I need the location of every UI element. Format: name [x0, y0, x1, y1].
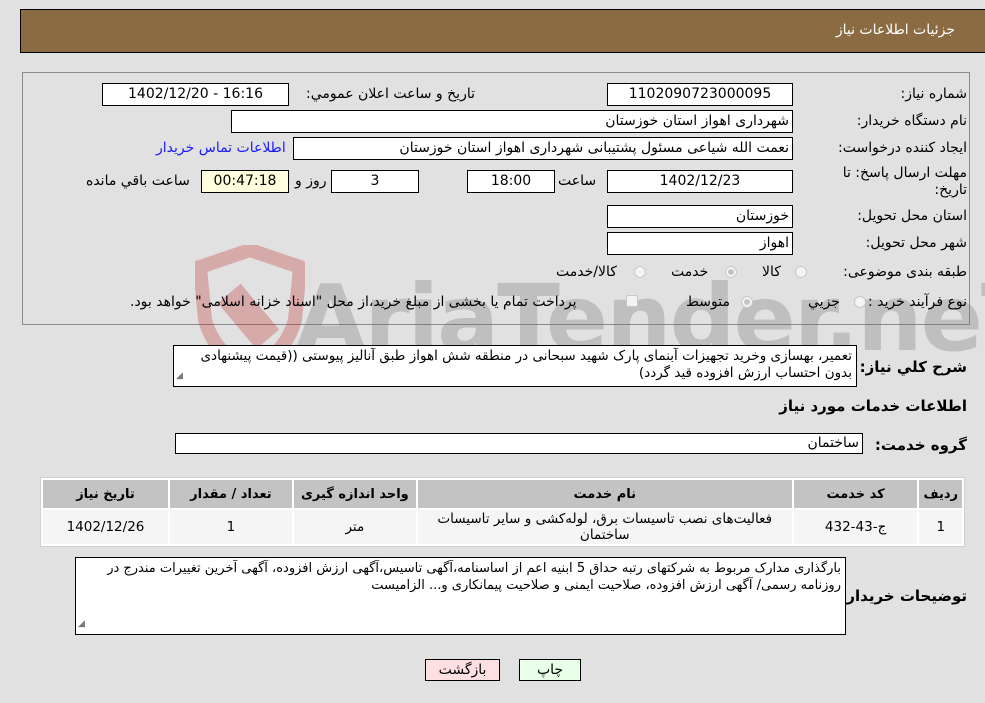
deadline-time-label: ساعت: [558, 173, 597, 189]
col-header-service-name: نام خدمت: [417, 480, 792, 508]
buyer-org-field[interactable]: شهرداری اهواز استان خوزستان: [231, 110, 793, 133]
treasury-checkbox[interactable]: [626, 295, 638, 307]
page-title: جزئيات اطلاعات نياز: [835, 22, 955, 38]
category-option-goods: کالا: [762, 264, 781, 280]
announce-datetime-label: تاريخ و ساعت اعلان عمومي:: [306, 86, 475, 102]
process-radio-medium[interactable]: [741, 296, 753, 308]
category-label: طبقه بندی موضوعی:: [843, 264, 967, 280]
category-radio-service[interactable]: [725, 266, 737, 278]
requester-field[interactable]: نعمت الله شیاعی مسئول پشتیبانی شهرداری ا…: [293, 137, 793, 160]
deadline-label: مهلت ارسال پاسخ: تا: [842, 165, 967, 181]
services-table: رديف كد خدمت نام خدمت واحد اندازه گيری ت…: [40, 477, 965, 547]
cell-need-date: 1402/12/26: [43, 510, 168, 544]
buyer-contact-link[interactable]: اطلاعات تماس خريدار: [156, 140, 286, 156]
category-radio-goods[interactable]: [795, 266, 807, 278]
category-radio-goods-service[interactable]: [634, 266, 646, 278]
services-section-title: اطلاعات خدمات مورد نياز: [779, 397, 967, 415]
city-label: شهر محل تحويل:: [865, 235, 967, 251]
table-header-row: رديف كد خدمت نام خدمت واحد اندازه گيری ت…: [43, 480, 962, 508]
resize-handle-icon[interactable]: ◢: [78, 616, 85, 633]
process-option-minor: جزيي: [808, 294, 840, 310]
cell-service-code: ج-43-432: [793, 510, 918, 544]
city-field[interactable]: اهواز: [607, 232, 793, 255]
province-label: استان محل تحويل:: [857, 208, 967, 224]
treasury-checkbox-label: پرداخت تمام يا بخشی از مبلغ خريد،از محل …: [130, 294, 577, 310]
description-text: تعمیر، بهسازی وخرید تجهیزات آبنمای پارک …: [200, 348, 852, 381]
process-radio-minor[interactable]: [854, 296, 866, 308]
print-button[interactable]: چاپ: [519, 659, 581, 681]
province-field[interactable]: خوزستان: [607, 205, 793, 228]
remaining-time-label: ساعت باقي مانده: [86, 173, 190, 189]
table-row: 1 ج-43-432 فعالیت‌های نصب تاسیسات برق، ل…: [43, 510, 962, 544]
back-button[interactable]: بازگشت: [425, 659, 500, 681]
service-group-label: گروه خدمت:: [874, 436, 967, 454]
process-option-medium: متوسط: [686, 294, 730, 310]
col-header-need-date: تاريخ نياز: [43, 480, 168, 508]
col-header-service-code: كد خدمت: [793, 480, 918, 508]
deadline-time-field[interactable]: 18:00: [467, 170, 555, 193]
category-option-goods-service: کالا/خدمت: [556, 264, 617, 280]
buyer-notes-text: بارگذاری مدارک مربوط به شرکتهای رتبه حدا…: [107, 561, 841, 593]
cell-unit: متر: [293, 510, 416, 544]
description-label: شرح كلي نياز:: [859, 358, 967, 376]
description-textarea[interactable]: تعمیر، بهسازی وخرید تجهیزات آبنمای پارک …: [173, 345, 857, 387]
cell-quantity: 1: [169, 510, 292, 544]
days-label: روز و: [295, 173, 327, 189]
col-header-quantity: تعداد / مقدار: [169, 480, 292, 508]
buyer-notes-textarea[interactable]: بارگذاری مدارک مربوط به شرکتهای رتبه حدا…: [75, 557, 846, 635]
service-group-field[interactable]: ساختمان: [175, 433, 863, 454]
category-option-service: خدمت: [671, 264, 709, 280]
resize-handle-icon[interactable]: ◢: [176, 368, 183, 385]
remaining-time-field[interactable]: 00:47:18: [201, 170, 289, 193]
requester-label: ايجاد کننده درخواست:: [838, 140, 967, 156]
col-header-unit: واحد اندازه گيری: [293, 480, 416, 508]
deadline-date-field[interactable]: 1402/12/23: [607, 170, 793, 193]
col-header-row-number: رديف: [919, 480, 962, 508]
days-remaining-field[interactable]: 3: [331, 170, 419, 193]
need-number-field[interactable]: 1102090723000095: [607, 83, 793, 106]
need-number-label: شماره نياز:: [900, 86, 968, 102]
buyer-org-label: نام دستگاه خريدار:: [856, 113, 967, 129]
buyer-notes-label: توضيحات خريدار:: [840, 587, 967, 605]
page-header: جزئيات اطلاعات نياز: [20, 9, 985, 53]
cell-row-number: 1: [919, 510, 962, 544]
deadline-label-date: تاريخ:: [934, 182, 967, 198]
cell-service-name: فعالیت‌های نصب تاسیسات برق، لوله‌کشی و س…: [417, 510, 792, 544]
process-label: نوع فرآيند خريد :: [868, 294, 967, 310]
announce-datetime-field[interactable]: 1402/12/20 - 16:16: [102, 83, 289, 106]
